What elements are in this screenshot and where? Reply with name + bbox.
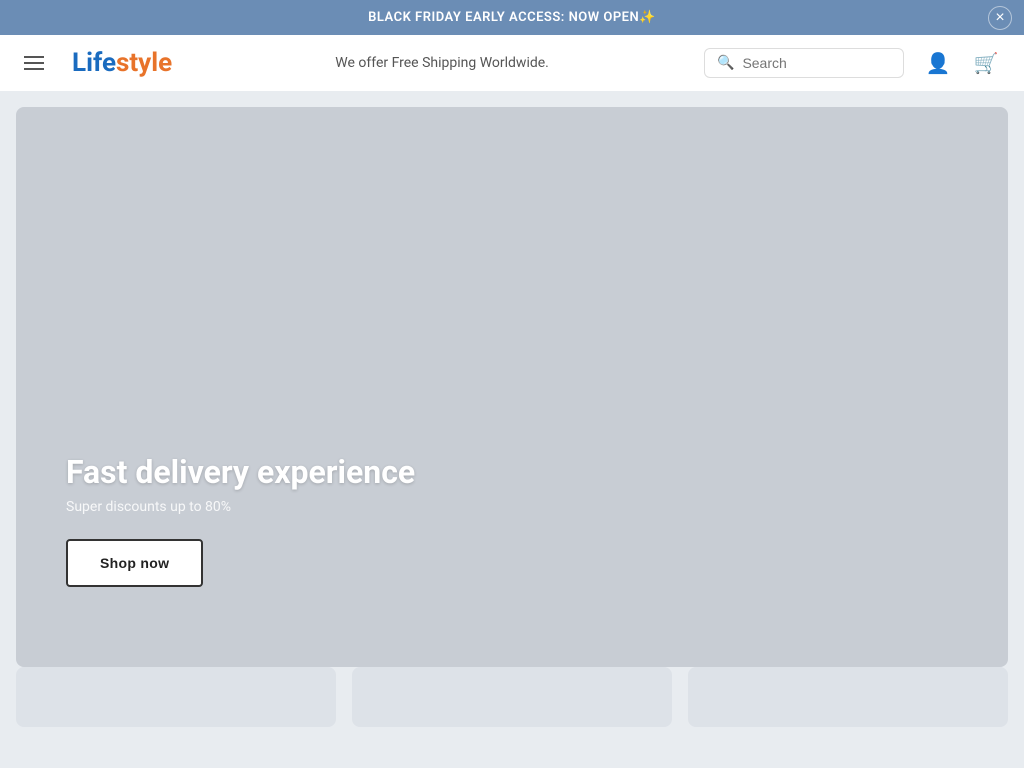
cart-icon: 🛒 (974, 51, 999, 76)
search-icon: 🔍 (717, 55, 734, 71)
hamburger-line (24, 62, 44, 64)
logo-style-text: style (116, 48, 172, 78)
menu-button[interactable] (16, 48, 52, 78)
account-icon: 👤 (926, 51, 951, 76)
header-actions: 👤 🛒 (916, 41, 1008, 85)
product-preview-3[interactable] (688, 667, 1008, 727)
shipping-tagline: We offer Free Shipping Worldwide. (192, 55, 692, 71)
hero-banner: Fast delivery experience Super discounts… (16, 107, 1008, 667)
search-input[interactable] (742, 55, 891, 71)
logo-life-text: Life (72, 48, 116, 78)
announcement-text: BLACK FRIDAY EARLY ACCESS: NOW OPEN✨ (368, 10, 656, 25)
announcement-banner: BLACK FRIDAY EARLY ACCESS: NOW OPEN✨ × (0, 0, 1024, 35)
hamburger-line (24, 68, 44, 70)
product-image-3 (688, 667, 1008, 727)
close-banner-button[interactable]: × (988, 6, 1012, 30)
main-content: Fast delivery experience Super discounts… (0, 91, 1024, 743)
cart-button[interactable]: 🛒 (964, 41, 1008, 85)
shop-now-button[interactable]: Shop now (66, 539, 203, 587)
logo[interactable]: Lifestyle (64, 48, 180, 78)
product-preview-1[interactable] (16, 667, 336, 727)
hero-subtitle: Super discounts up to 80% (66, 499, 415, 515)
hero-text-block: Fast delivery experience Super discounts… (66, 453, 415, 587)
account-button[interactable]: 👤 (916, 41, 960, 85)
hero-title: Fast delivery experience (66, 453, 415, 491)
header: Lifestyle We offer Free Shipping Worldwi… (0, 35, 1024, 91)
product-preview-2[interactable] (352, 667, 672, 727)
search-box[interactable]: 🔍 (704, 48, 904, 78)
product-image-2 (352, 667, 672, 727)
hamburger-line (24, 56, 44, 58)
product-image-1 (16, 667, 336, 727)
product-preview-row (16, 667, 1008, 727)
